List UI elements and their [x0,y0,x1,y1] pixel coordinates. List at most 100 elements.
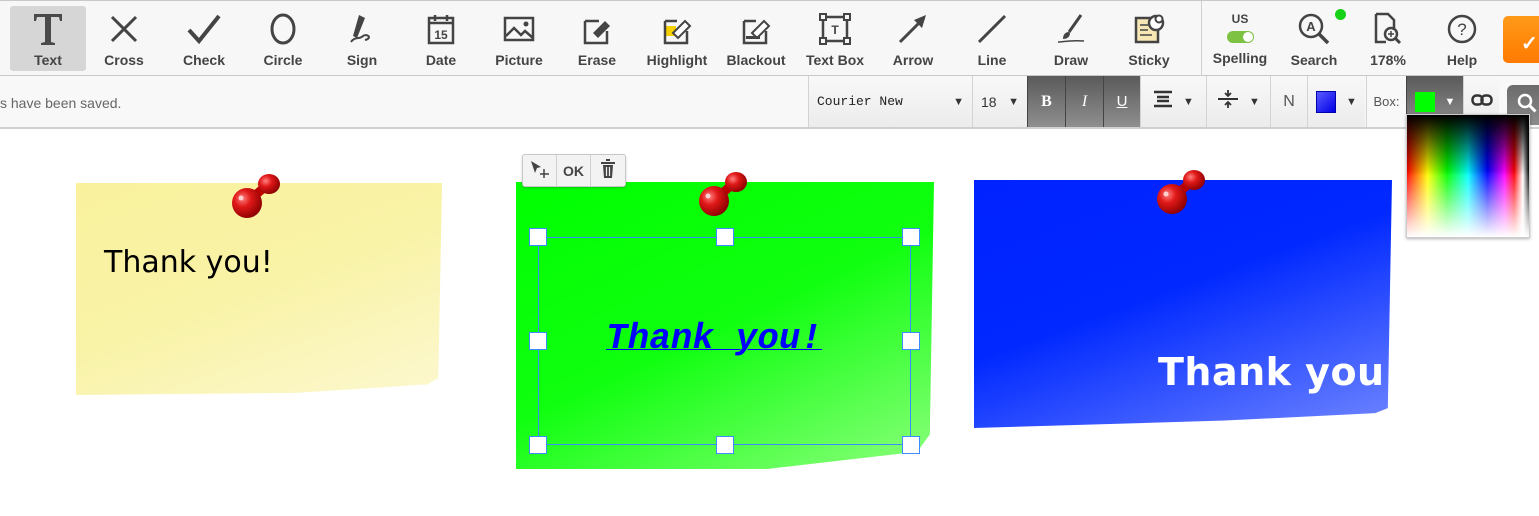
format-bar: s have been saved. Courier New ▼ 18 ▼ B … [0,76,1539,129]
chevron-down-icon: ▼ [1008,95,1019,108]
zoom-page-icon [1368,9,1408,49]
tool-label: Erase [577,52,617,68]
move-button[interactable] [523,155,557,186]
push-pin-icon [699,172,747,216]
resize-handle-bottom-left[interactable] [529,436,547,454]
tool-label: Blackout [726,52,786,68]
tool-picture[interactable]: Picture [481,6,557,71]
tool-label: Text [34,52,62,68]
tool-label: Circle [263,52,303,68]
tool-label: Check [182,52,226,68]
italic-button[interactable]: I [1065,76,1103,127]
underline-button[interactable]: U [1103,76,1140,127]
ok-button[interactable]: OK [557,155,591,186]
help-button[interactable]: ? Help [1424,6,1500,71]
tool-highlight[interactable]: Highlight [639,6,715,71]
tool-label: Draw [1053,52,1089,68]
sticky-note-text[interactable]: Thank you! [104,245,273,280]
done-button[interactable]: ✓ [1503,16,1539,63]
chevron-down-icon: ▼ [1444,95,1456,108]
box-color-picker[interactable] [1406,114,1530,238]
normal-text-button[interactable]: N [1270,76,1307,127]
main-toolbar: Text Cross Check Circle Sign 15 Date Pic… [0,0,1539,76]
text-align-select[interactable]: ▼ [1140,76,1206,127]
zoom-button[interactable]: 178% [1350,6,1426,71]
svg-text:A: A [1306,19,1316,34]
push-pin-icon [1157,170,1205,214]
font-family-select[interactable]: Courier New ▼ [808,76,972,127]
tool-cross[interactable]: Cross [86,6,162,71]
tool-text[interactable]: Text [10,6,86,71]
resize-handle-left[interactable] [529,332,547,350]
chevron-down-icon: ▼ [1346,95,1357,108]
tool-label: Search [1290,52,1338,68]
color-spectrum-black-overlay [1407,115,1529,237]
delete-button[interactable] [591,155,625,186]
tool-label: Sign [346,52,378,68]
toggle-switch-icon [1226,31,1254,43]
blackout-icon [736,9,776,49]
move-cursor-icon [529,159,551,182]
tool-blackout[interactable]: Blackout [718,6,794,71]
tool-label: Line [977,52,1007,68]
tool-sticky[interactable]: Sticky [1111,6,1187,71]
selection-frame[interactable] [538,237,911,445]
push-pin-icon [232,174,280,218]
image-icon [499,9,539,49]
sticky-note-text[interactable]: Thank you! [1158,350,1402,394]
font-family-value: Courier New [817,94,903,109]
tool-label: Cross [104,52,144,68]
align-center-icon [1153,90,1173,113]
tool-text-box[interactable]: T Text Box [797,6,873,71]
tool-erase[interactable]: Erase [559,6,635,71]
resize-handle-right[interactable] [902,332,920,350]
text-box-icon: T [815,9,855,49]
resize-handle-bottom[interactable] [716,436,734,454]
highlighter-icon [657,9,697,49]
tool-label: Text Box [805,52,865,68]
eraser-icon [577,9,617,49]
line-icon [972,9,1012,49]
search-status-indicator [1335,9,1346,20]
cross-icon [104,9,144,49]
resize-handle-top-right[interactable] [902,228,920,246]
spelling-toggle[interactable]: US Spelling [1202,6,1278,71]
selection-context-toolbar: OK [522,154,626,187]
tool-check[interactable]: Check [166,6,242,71]
font-size-value: 18 [981,93,997,110]
tool-draw[interactable]: Draw [1033,6,1109,71]
resize-handle-top-left[interactable] [529,228,547,246]
tool-label: Picture [495,52,543,68]
text-color-select[interactable]: ▼ [1307,76,1365,127]
line-spacing-select[interactable]: ▼ [1206,76,1270,127]
resize-handle-bottom-right[interactable] [902,436,920,454]
pen-signature-icon [342,9,382,49]
tool-sign[interactable]: Sign [324,6,400,71]
tool-circle[interactable]: Circle [245,6,321,71]
tool-line[interactable]: Line [954,6,1030,71]
font-size-select[interactable]: 18 ▼ [972,76,1027,127]
tool-label: Spelling [1212,50,1268,66]
bold-button[interactable]: B [1027,76,1065,127]
zoom-level: 178% [1370,52,1406,68]
svg-text:T: T [831,23,839,37]
arrow-icon [893,9,933,49]
box-color-swatch [1414,91,1435,112]
chevron-down-icon: ▼ [1249,95,1260,108]
tool-label: Sticky [1128,52,1170,68]
link-icon [1470,93,1493,111]
tool-date[interactable]: 15 Date [403,6,479,71]
text-icon [28,9,68,49]
search-icon: A [1294,9,1334,49]
tool-arrow[interactable]: Arrow [875,6,951,71]
calendar-icon: 15 [421,9,461,49]
resize-handle-top[interactable] [716,228,734,246]
svg-text:15: 15 [434,28,448,42]
line-spacing-icon [1217,89,1239,114]
brush-icon [1051,9,1091,49]
tool-label: Highlight [646,52,708,68]
sticky-note-icon [1129,9,1169,49]
save-status-text: s have been saved. [0,95,122,111]
tool-label: Date [425,52,457,68]
tool-label: Arrow [892,52,934,68]
